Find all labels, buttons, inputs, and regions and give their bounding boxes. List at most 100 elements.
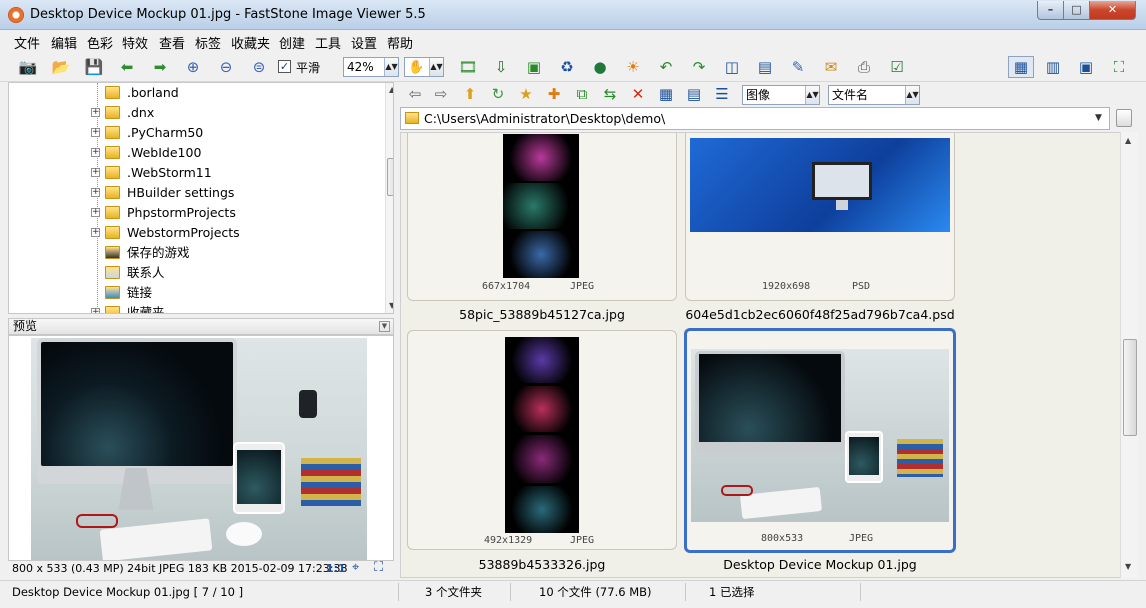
chevron-down-icon[interactable]: ▼ xyxy=(379,321,390,332)
tree-item[interactable]: + 收藏夹 xyxy=(9,303,379,313)
refresh-icon[interactable]: ↻ xyxy=(487,83,509,105)
tree-item[interactable]: 链接 xyxy=(9,283,379,303)
brightness-icon[interactable]: ☀ xyxy=(622,56,644,78)
scroll-up-icon[interactable]: ▲ xyxy=(1125,136,1131,145)
thumbnail-filename: 58pic_53889b45127ca.jpg xyxy=(459,307,625,322)
chevron-down-icon[interactable]: ▼ xyxy=(1095,108,1102,129)
view-list-icon[interactable]: ▤ xyxy=(683,83,705,105)
rotate-left-icon[interactable]: ↶ xyxy=(655,56,677,78)
fit-icon[interactable]: ⌖ xyxy=(352,560,359,576)
tree-item[interactable]: + .dnx xyxy=(9,103,379,123)
save-icon[interactable]: 💾 xyxy=(83,56,105,78)
actual-size-icon[interactable]: ⊜ xyxy=(248,56,270,78)
menu-edit[interactable]: 编辑 xyxy=(51,33,77,52)
layout-browser-icon[interactable]: ▦ xyxy=(1008,56,1034,78)
menu-color[interactable]: 色彩 xyxy=(87,33,113,52)
view-thumbnails-icon[interactable]: ▦ xyxy=(655,83,677,105)
menu-tags[interactable]: 标签 xyxy=(195,33,221,52)
expand-icon[interactable]: + xyxy=(91,168,100,177)
trash-icon[interactable] xyxy=(1116,109,1132,127)
print-icon[interactable]: ⎙ xyxy=(853,56,875,78)
forward-icon[interactable]: ⇨ xyxy=(430,83,452,105)
thumbnail-card[interactable]: 667x1704 JPEG xyxy=(407,133,677,301)
scroll-thumb[interactable] xyxy=(387,158,393,196)
fullsize-icon[interactable]: ⛶ xyxy=(374,560,383,576)
move-to-icon[interactable]: ⇆ xyxy=(599,83,621,105)
new-folder-icon[interactable]: ✚ xyxy=(543,83,565,105)
menu-settings[interactable]: 设置 xyxy=(351,33,377,52)
tree-item[interactable]: + .WebStorm11 xyxy=(9,163,379,183)
sort-select[interactable]: 文件名 ▲▼ xyxy=(828,85,920,105)
slideshow-icon[interactable]: 🎞 xyxy=(457,56,479,78)
thumbnail-card[interactable]: 1920x698 PSD xyxy=(685,133,955,301)
thumbnail-scrollbar[interactable]: ▲ ▼ xyxy=(1120,132,1138,578)
next-icon[interactable]: ➡ xyxy=(149,56,171,78)
menu-file[interactable]: 文件 xyxy=(14,33,40,52)
back-icon[interactable]: ⇦ xyxy=(404,83,426,105)
expand-icon[interactable]: + xyxy=(91,128,100,137)
scroll-down-icon[interactable]: ▼ xyxy=(389,301,393,310)
thumbnail-format: JPEG xyxy=(849,533,874,544)
maximize-button[interactable]: □ xyxy=(1063,1,1090,20)
tree-item[interactable]: + WebstormProjects xyxy=(9,223,379,243)
wallpaper-icon[interactable]: ▤ xyxy=(754,56,776,78)
expand-icon[interactable]: + xyxy=(91,228,100,237)
tree-item[interactable]: + .WebIde100 xyxy=(9,143,379,163)
tree-scrollbar[interactable]: ▲ ▼ xyxy=(385,83,393,313)
open-folder-icon[interactable]: 📂 xyxy=(50,56,72,78)
ratio-label[interactable]: 1:1 xyxy=(326,561,346,577)
scroll-up-icon[interactable]: ▲ xyxy=(389,85,393,94)
copy-to-icon[interactable]: ⧉ xyxy=(571,83,593,105)
rotate-right-icon[interactable]: ↷ xyxy=(688,56,710,78)
expand-icon[interactable]: + xyxy=(91,208,100,217)
minimize-button[interactable]: – xyxy=(1037,1,1064,20)
thumbnail-card[interactable]: 492x1329 JPEG xyxy=(407,330,677,550)
tree-item[interactable]: 联系人 xyxy=(9,263,379,283)
menu-create[interactable]: 创建 xyxy=(279,33,305,52)
camera-icon[interactable]: 📷 xyxy=(17,56,39,78)
tree-item[interactable]: + PhpstormProjects xyxy=(9,203,379,223)
thumbnail-image xyxy=(503,134,579,278)
crop-icon[interactable]: ▣ xyxy=(523,56,545,78)
compare-icon[interactable]: ◫ xyxy=(721,56,743,78)
layout-preview-icon[interactable]: ▥ xyxy=(1042,56,1064,78)
smooth-checkbox[interactable]: ✓ xyxy=(278,60,291,73)
layout-single-icon[interactable]: ▣ xyxy=(1075,56,1097,78)
draw-icon[interactable]: ✎ xyxy=(787,56,809,78)
adjust-icon[interactable]: ● xyxy=(589,56,611,78)
view-details-icon[interactable]: ☰ xyxy=(711,83,733,105)
zoom-in-icon[interactable]: ⊕ xyxy=(182,56,204,78)
up-folder-icon[interactable]: ⬆ xyxy=(459,83,481,105)
previous-icon[interactable]: ⬅ xyxy=(116,56,138,78)
zoom-select[interactable]: 42% ▲▼ xyxy=(343,57,399,77)
expand-icon[interactable]: + xyxy=(91,308,100,313)
checklist-icon[interactable]: ☑ xyxy=(886,56,908,78)
expand-icon[interactable]: + xyxy=(91,188,100,197)
fullscreen-icon[interactable]: ⛶ xyxy=(1108,56,1130,78)
menu-view[interactable]: 查看 xyxy=(159,33,185,52)
export-icon[interactable]: ⇩ xyxy=(490,56,512,78)
scroll-thumb[interactable] xyxy=(1123,339,1137,436)
tree-item[interactable]: + HBuilder settings xyxy=(9,183,379,203)
tree-item[interactable]: + .PyCharm50 xyxy=(9,123,379,143)
zoom-out-icon[interactable]: ⊖ xyxy=(215,56,237,78)
tree-item[interactable]: .borland xyxy=(9,83,379,103)
menu-effects[interactable]: 特效 xyxy=(122,33,148,52)
filter-select[interactable]: 图像 ▲▼ xyxy=(742,85,820,105)
menu-help[interactable]: 帮助 xyxy=(387,33,413,52)
email-icon[interactable]: ✉ xyxy=(820,56,842,78)
convert-icon[interactable]: ♻ xyxy=(556,56,578,78)
menu-favorites[interactable]: 收藏夹 xyxy=(231,33,270,52)
scroll-down-icon[interactable]: ▼ xyxy=(1125,562,1131,571)
delete-icon[interactable]: ✕ xyxy=(627,83,649,105)
mouse-mode-select[interactable]: ✋ ▲▼ xyxy=(404,57,444,77)
tree-item[interactable]: 保存的游戏 xyxy=(9,243,379,263)
path-bar[interactable]: C:\Users\Administrator\Desktop\demo\ ▼ xyxy=(400,107,1110,130)
path-text: C:\Users\Administrator\Desktop\demo\ xyxy=(424,111,666,126)
favorites-folder-icon[interactable]: ★ xyxy=(515,83,537,105)
expand-icon[interactable]: + xyxy=(91,108,100,117)
close-button[interactable]: ✕ xyxy=(1089,1,1136,20)
menu-tools[interactable]: 工具 xyxy=(315,33,341,52)
thumbnail-card-selected[interactable]: 800x533 JPEG xyxy=(684,328,956,553)
expand-icon[interactable]: + xyxy=(91,148,100,157)
